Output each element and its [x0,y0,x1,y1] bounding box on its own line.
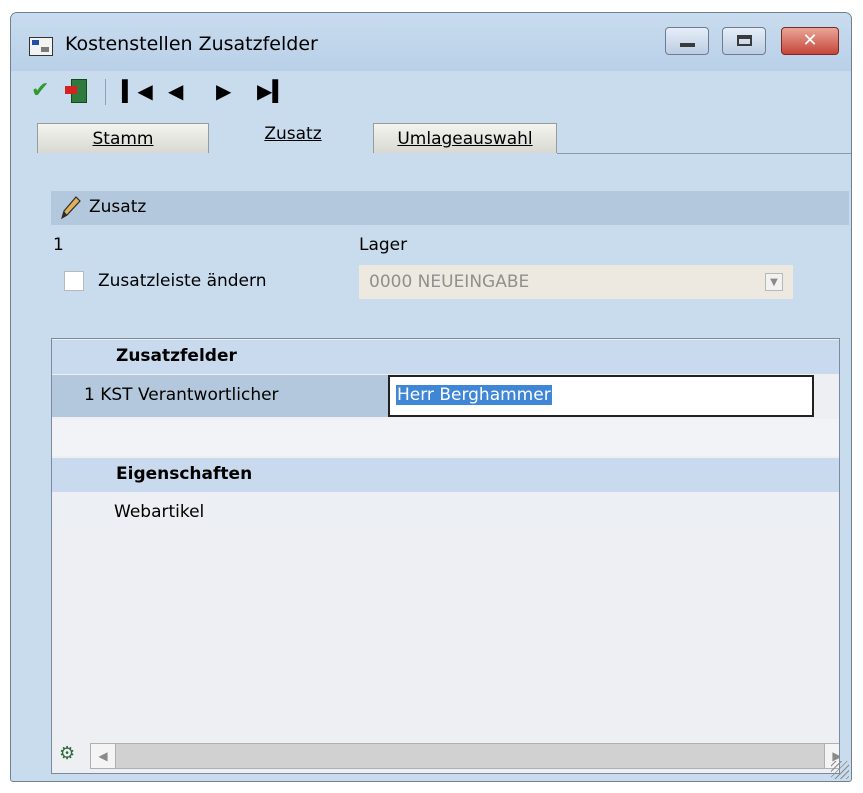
app-icon[interactable] [29,37,53,56]
lager-value: 0000 NEUEINGABE [369,272,530,292]
previous-record-icon[interactable]: ◀ [168,77,183,105]
exit-door-icon[interactable] [65,77,91,105]
webartikel-label: Webartikel [114,502,205,522]
zusatz-section-header: Zusatz [51,191,849,225]
property-grid: Zusatzfelder 1 KST Verantwortlicher Herr… [51,338,840,774]
empty-row [52,419,839,456]
zusatzleiste-checkbox[interactable] [64,271,84,291]
maximize-icon [737,35,752,46]
tab-baseline [557,153,851,154]
scroll-left-icon[interactable]: ◀ [90,743,116,769]
dialog-window: Kostenstellen Zusatzfelder ✕ ✔ ▍◀ ◀ ▶ ▶▍… [10,12,852,782]
table-row[interactable]: 1 KST Verantwortlicher Herr Berghammer [52,375,839,417]
close-button[interactable]: ✕ [781,27,839,55]
lager-label: Lager [359,235,408,255]
zusatzleiste-label[interactable]: Zusatzleiste ändern [98,271,266,291]
kst-verantwortlicher-value: Herr Berghammer [396,385,552,405]
toolbar: ✔ ▍◀ ◀ ▶ ▶▍ [11,71,851,111]
minimize-button[interactable] [665,27,709,55]
grid-footer: ⚙ ◀ ▶ [52,737,839,773]
zusatzfelder-header: Zusatzfelder [52,340,839,374]
eigenschaften-header: Eigenschaften [52,458,839,492]
record-number: 1 [53,235,64,255]
eigenschaften-header-label: Eigenschaften [116,464,253,484]
window-title: Kostenstellen Zusatzfelder [65,33,318,55]
next-record-icon[interactable]: ▶ [216,77,231,105]
exit-arrow-shape [65,86,77,94]
tab-umlageauswahl[interactable]: Umlageauswahl [373,123,557,153]
tools-icon[interactable]: ⚙ [59,743,85,765]
table-row[interactable]: Webartikel [52,494,839,532]
lager-select[interactable]: 0000 NEUEINGABE ▼ [359,265,793,299]
title-bar[interactable]: Kostenstellen Zusatzfelder ✕ [11,13,851,71]
kst-verantwortlicher-label-cell: 1 KST Verantwortlicher [52,375,388,417]
tab-stamm[interactable]: Stamm [37,123,209,153]
tab-stamm-label: Stamm [92,129,154,149]
tab-strip: Stamm Zusatz Umlageauswahl [11,117,851,157]
last-record-icon[interactable]: ▶▍ [257,77,288,105]
checkmark-icon[interactable]: ✔ [31,77,49,105]
tab-umlageauswahl-label: Umlageauswahl [397,129,533,149]
pencil-icon [61,196,81,220]
tab-zusatz-label: Zusatz [264,124,322,144]
chevron-down-icon[interactable]: ▼ [765,273,783,291]
minimize-icon [680,43,695,47]
first-record-icon[interactable]: ▍◀ [122,77,153,105]
section-title: Zusatz [89,197,147,217]
maximize-button[interactable] [722,27,766,55]
horizontal-scrollbar[interactable]: ◀ ▶ [90,743,839,769]
zusatzfelder-header-label: Zusatzfelder [116,346,237,366]
kst-verantwortlicher-input[interactable]: Herr Berghammer [388,375,814,417]
toolbar-separator [105,79,106,105]
kst-verantwortlicher-label: 1 KST Verantwortlicher [84,385,279,405]
tab-zusatz[interactable]: Zusatz [217,119,369,155]
close-icon: ✕ [802,30,818,51]
resize-grip-icon[interactable] [831,761,849,779]
